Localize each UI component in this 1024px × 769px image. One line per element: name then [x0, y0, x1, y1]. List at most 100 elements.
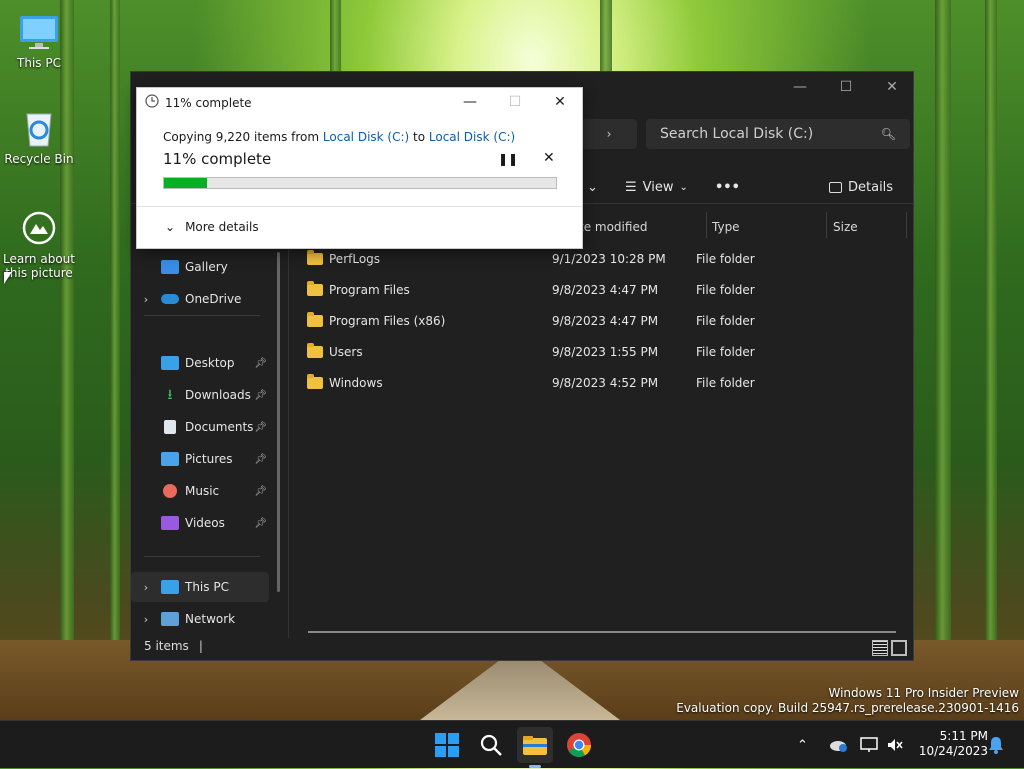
search-input[interactable]: Search Local Disk (C:) 🔍︎ — [646, 119, 910, 149]
desktop-icon-label: Recycle Bin — [4, 152, 74, 166]
volume-tray-icon[interactable] — [886, 721, 904, 769]
copy-description: Copying 9,220 items from Local Disk (C:)… — [163, 130, 515, 144]
sidebar-item-label: Desktop — [185, 356, 235, 370]
details-label: Details — [848, 179, 894, 195]
pin-icon: 📌︎ — [254, 485, 267, 497]
view-button[interactable]: ☰ View ⌄ — [625, 171, 688, 203]
chevron-right-icon[interactable]: › — [131, 613, 161, 626]
notifications-button[interactable] — [988, 721, 1004, 769]
watermark-line: Windows 11 Pro Insider Preview — [828, 686, 1019, 700]
more-options-button[interactable]: ••• — [715, 171, 740, 203]
search-icon: 🔍︎ — [880, 127, 896, 141]
file-type: File folder — [696, 282, 755, 297]
videos-icon — [161, 516, 179, 530]
copy-progress-dialog[interactable]: 11% complete — ☐ ✕ Copying 9,220 items f… — [136, 87, 583, 249]
search-icon — [480, 734, 502, 756]
column-header-size[interactable]: Size — [833, 212, 858, 242]
sidebar-item-label: OneDrive — [185, 292, 242, 306]
mouse-cursor — [4, 272, 12, 284]
tiles-view-icon[interactable] — [891, 640, 907, 656]
column-divider[interactable] — [706, 212, 707, 238]
sidebar-item-downloads[interactable]: ⭳ Downloads 📌︎ — [131, 380, 269, 410]
sort-dropdown-chevron[interactable]: ⌄ — [587, 171, 598, 203]
pictures-icon — [161, 452, 179, 466]
sidebar-item-onedrive[interactable]: › OneDrive — [131, 284, 269, 314]
progress-bar — [163, 177, 557, 189]
dialog-title: 11% complete — [145, 94, 252, 111]
table-row[interactable]: Users 9/8/2023 1:55 PM File folder — [307, 336, 897, 367]
desktop-icon-learn-picture[interactable]: Learn about this picture — [3, 208, 75, 280]
network-tray-icon[interactable] — [860, 721, 878, 769]
source-link[interactable]: Local Disk (C:) — [323, 130, 409, 144]
folder-icon — [307, 342, 323, 358]
more-details-toggle[interactable]: ⌄ More details — [165, 220, 259, 234]
table-row[interactable]: Windows 9/8/2023 4:52 PM File folder — [307, 367, 897, 398]
taskbar-clock[interactable]: 5:11 PM 10/24/2023 — [919, 729, 988, 759]
sidebar-item-label: Pictures — [185, 452, 233, 466]
desktop-icon-this-pc[interactable]: This PC — [3, 12, 75, 70]
sidebar-item-this-pc[interactable]: › This PC — [131, 572, 269, 602]
dialog-title-text: 11% complete — [165, 95, 252, 110]
monitor-icon — [17, 12, 61, 52]
sidebar-item-pictures[interactable]: Pictures 📌︎ — [131, 444, 269, 474]
pause-button[interactable]: ❚❚ — [498, 152, 518, 166]
sidebar-item-gallery[interactable]: Gallery — [131, 252, 269, 282]
pin-icon: 📌︎ — [254, 357, 267, 369]
desktop-icon-recycle-bin[interactable]: Recycle Bin — [3, 108, 75, 166]
cloud-info-icon — [830, 741, 847, 752]
progress-fill — [164, 178, 208, 188]
sidebar-item-music[interactable]: Music 📌︎ — [131, 476, 269, 506]
file-date: 9/8/2023 4:47 PM — [552, 282, 659, 297]
clock-icon — [145, 94, 159, 111]
stop-button[interactable]: ✕ — [543, 150, 555, 166]
taskbar-chrome[interactable] — [561, 727, 597, 763]
maximize-button[interactable]: ☐ — [823, 72, 869, 102]
column-divider[interactable] — [826, 212, 827, 238]
details-pane-button[interactable]: Details — [829, 171, 893, 203]
sidebar-item-label: Videos — [185, 516, 225, 530]
close-button[interactable]: ✕ — [869, 72, 915, 102]
pane-divider[interactable] — [288, 212, 289, 638]
sidebar-separator — [144, 315, 260, 316]
table-row[interactable]: Program Files 9/8/2023 4:47 PM File fold… — [307, 274, 897, 305]
table-row[interactable]: Program Files (x86) 9/8/2023 4:47 PM Fil… — [307, 305, 897, 336]
sidebar-item-videos[interactable]: Videos 📌︎ — [131, 508, 269, 538]
to-word: to — [409, 130, 429, 144]
file-name: Program Files — [329, 282, 410, 297]
gallery-icon — [161, 260, 179, 274]
file-type: File folder — [696, 313, 755, 328]
address-chevron-button[interactable]: › — [581, 119, 637, 149]
sidebar-scrollbar[interactable] — [277, 252, 280, 592]
dialog-close-button[interactable]: ✕ — [537, 88, 583, 116]
column-divider[interactable] — [906, 212, 907, 238]
onedrive-tray-icon[interactable] — [829, 721, 849, 769]
dialog-minimize-button[interactable]: — — [447, 88, 493, 116]
file-type: File folder — [696, 375, 755, 390]
sidebar-item-documents[interactable]: Documents 📌︎ — [131, 412, 269, 442]
sidebar-item-network[interactable]: › Network — [131, 604, 269, 634]
column-header-date[interactable]: te modified — [579, 212, 647, 242]
column-header-type[interactable]: Type — [712, 212, 740, 242]
taskbar: ⌃ 5:11 PM 10/24/2023 — [0, 720, 1024, 768]
show-hidden-icons-button[interactable]: ⌃ — [797, 721, 808, 769]
status-separator: | — [198, 639, 203, 653]
sidebar-item-desktop[interactable]: Desktop 📌︎ — [131, 348, 269, 378]
status-bar: 5 items | — [131, 632, 913, 660]
destination-link[interactable]: Local Disk (C:) — [429, 130, 515, 144]
recycle-bin-icon — [17, 108, 61, 148]
watermark-line: Evaluation copy. Build 25947.rs_prerelea… — [676, 701, 1019, 715]
network-icon — [860, 737, 878, 752]
start-button[interactable] — [429, 727, 465, 763]
taskbar-file-explorer[interactable] — [517, 727, 553, 763]
camera-info-icon — [17, 208, 61, 248]
chevron-right-icon[interactable]: › — [131, 581, 161, 594]
chevron-right-icon[interactable]: › — [131, 293, 161, 306]
ellipsis-icon: ••• — [715, 179, 740, 195]
file-date: 9/8/2023 1:55 PM — [552, 344, 659, 359]
desktop-icon-label: This PC — [17, 56, 61, 70]
file-date: 9/8/2023 4:47 PM — [552, 313, 659, 328]
clock-date: 10/24/2023 — [918, 744, 988, 758]
search-button[interactable] — [473, 727, 509, 763]
details-view-icon[interactable] — [872, 640, 888, 656]
minimize-button[interactable]: — — [777, 72, 823, 102]
